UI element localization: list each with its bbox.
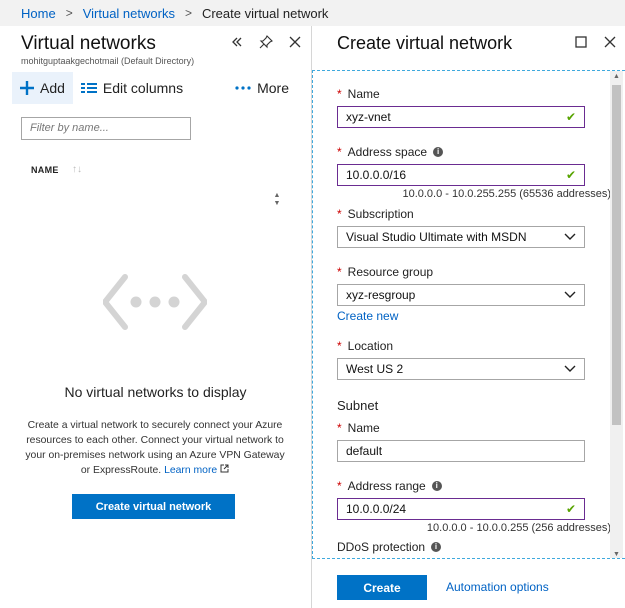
- pin-icon[interactable]: [258, 34, 274, 50]
- list-scroll-arrows[interactable]: ▲ ▼: [270, 192, 284, 210]
- blade-title: Create virtual network: [337, 33, 513, 53]
- breadcrumb-virtual-networks-link[interactable]: Virtual networks: [83, 6, 175, 21]
- form-container: * Name xyz-vnet ✔ * Address space i 10.0…: [312, 70, 625, 559]
- edit-columns-label: Edit columns: [102, 80, 184, 96]
- chevron-down-icon: [564, 365, 576, 373]
- address-range-hint: 10.0.0.0 - 10.0.0.255 (256 addresses): [426, 522, 611, 534]
- ddos-protection-label: DDoS protection i: [337, 540, 442, 554]
- virtual-network-icon: [102, 273, 208, 336]
- resource-group-select[interactable]: xyz-resgroup: [337, 284, 585, 306]
- sort-icon[interactable]: ↑↓: [72, 164, 82, 175]
- subscription-value: Visual Studio Ultimate with MSDN: [346, 230, 527, 244]
- maximize-icon[interactable]: [573, 34, 589, 50]
- breadcrumb-separator: >: [184, 6, 192, 20]
- subnet-name-value: default: [346, 444, 383, 458]
- plus-icon: [20, 81, 34, 95]
- resource-group-label-text: Resource group: [347, 265, 434, 279]
- checkmark-icon: ✔: [565, 168, 576, 182]
- required-marker: *: [337, 421, 342, 435]
- required-marker: *: [337, 207, 342, 221]
- subnet-name-input[interactable]: default: [337, 440, 585, 462]
- info-icon[interactable]: i: [433, 147, 444, 157]
- breadcrumb-separator: >: [65, 6, 73, 20]
- address-space-label: * Address space i: [337, 145, 444, 159]
- column-header-name[interactable]: NAME: [31, 165, 59, 175]
- required-marker: *: [337, 87, 342, 101]
- subnet-section-title: Subnet: [337, 398, 379, 413]
- add-button[interactable]: Add: [12, 72, 73, 104]
- resource-group-value: xyz-resgroup: [346, 288, 416, 302]
- create-new-link[interactable]: Create new: [337, 309, 398, 323]
- location-value: West US 2: [346, 362, 404, 376]
- subnet-name-label-text: Name: [347, 421, 380, 435]
- empty-state-text: Create a virtual network to securely con…: [25, 420, 285, 476]
- collapse-icon[interactable]: [229, 34, 245, 50]
- address-range-label: * Address range i: [337, 479, 442, 493]
- location-label-text: Location: [347, 339, 394, 353]
- address-space-input[interactable]: 10.0.0.0/16 ✔: [337, 164, 585, 186]
- address-range-label-text: Address range: [347, 479, 426, 493]
- add-label: Add: [40, 80, 65, 96]
- columns-icon: [80, 82, 97, 94]
- edit-columns-button[interactable]: Edit columns: [73, 72, 191, 104]
- name-input[interactable]: xyz-vnet ✔: [337, 106, 585, 128]
- blade-title: Virtual networks: [21, 33, 156, 54]
- more-label: More: [257, 80, 289, 96]
- empty-state-title: No virtual networks to display: [64, 384, 247, 400]
- info-icon[interactable]: i: [431, 481, 442, 491]
- filter-input[interactable]: Filter by name...: [21, 117, 191, 140]
- subscription-select[interactable]: Visual Studio Ultimate with MSDN: [337, 226, 585, 248]
- virtual-networks-blade: Virtual networks mohitguptaakgechotmail …: [0, 26, 311, 608]
- breadcrumb-current: Create virtual network: [201, 5, 329, 21]
- info-icon[interactable]: i: [431, 542, 442, 552]
- required-marker: *: [337, 339, 342, 353]
- more-button[interactable]: More: [227, 72, 297, 104]
- checkmark-icon: ✔: [565, 502, 576, 516]
- address-space-hint: 10.0.0.0 - 10.0.255.255 (65536 addresses…: [402, 188, 611, 200]
- address-range-input[interactable]: 10.0.0.0/24 ✔: [337, 498, 585, 520]
- chevron-down-icon: [564, 291, 576, 299]
- close-icon[interactable]: [602, 34, 618, 50]
- address-space-value: 10.0.0.0/16: [346, 168, 407, 182]
- automation-options-link[interactable]: Automation options: [446, 580, 549, 594]
- address-range-value: 10.0.0.0/24: [346, 502, 407, 516]
- required-marker: *: [337, 145, 342, 159]
- required-marker: *: [337, 479, 342, 493]
- learn-more-link[interactable]: Learn more: [164, 465, 217, 476]
- chevron-down-icon: [564, 233, 576, 241]
- location-select[interactable]: West US 2: [337, 358, 585, 380]
- empty-state-description: Create a virtual network to securely con…: [20, 418, 290, 478]
- subscription-label: * Subscription: [337, 207, 414, 221]
- breadcrumb: Home > Virtual networks > Create virtual…: [0, 0, 625, 26]
- ddos-protection-label-text: DDoS protection: [337, 540, 426, 554]
- breadcrumb-home-link[interactable]: Home: [21, 6, 56, 21]
- scroll-up-icon[interactable]: ▲: [613, 73, 620, 80]
- create-button[interactable]: Create: [337, 575, 427, 600]
- name-label-text: Name: [347, 87, 380, 101]
- address-space-label-text: Address space: [347, 145, 428, 159]
- subnet-name-label: * Name: [337, 421, 380, 435]
- required-marker: *: [337, 265, 342, 279]
- scrollbar-thumb[interactable]: [612, 85, 621, 425]
- form-scrollbar[interactable]: ▲ ▼: [610, 71, 623, 558]
- create-virtual-network-button[interactable]: Create virtual network: [72, 494, 235, 519]
- blade-toolbar: Add Edit columns More: [12, 72, 307, 104]
- external-link-icon: [220, 464, 229, 476]
- close-icon[interactable]: [287, 34, 303, 50]
- create-virtual-network-blade: Create virtual network * Name xyz-vnet ✔…: [312, 26, 625, 608]
- scroll-down-icon[interactable]: ▼: [613, 551, 620, 558]
- ellipsis-icon: [235, 86, 251, 90]
- blade-subtitle: mohitguptaakgechotmail (Default Director…: [21, 56, 195, 66]
- subscription-label-text: Subscription: [347, 207, 414, 221]
- name-value: xyz-vnet: [346, 110, 391, 124]
- resource-group-label: * Resource group: [337, 265, 433, 279]
- checkmark-icon: ✔: [565, 110, 576, 124]
- location-label: * Location: [337, 339, 393, 353]
- name-label: * Name: [337, 87, 380, 101]
